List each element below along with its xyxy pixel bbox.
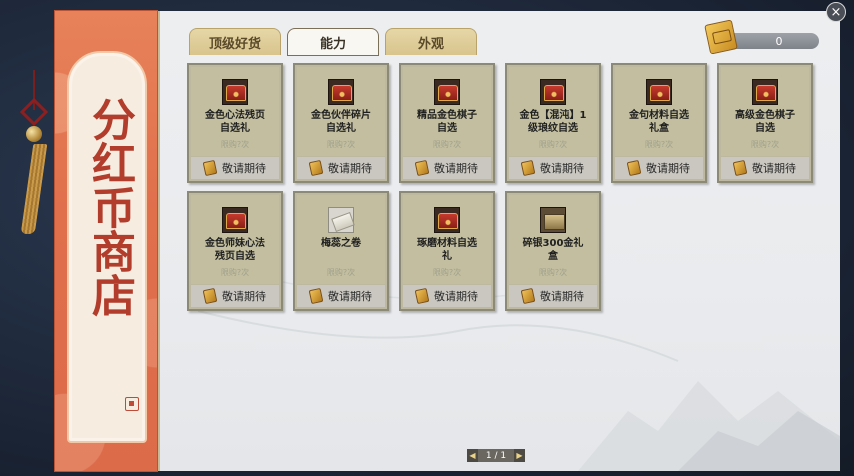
seal-stamp bbox=[125, 397, 139, 411]
close-button[interactable]: × bbox=[826, 2, 846, 22]
price-label: 敬请期待 bbox=[434, 162, 478, 175]
item-limit: 限购?次 bbox=[326, 268, 356, 277]
item-limit: 限购?次 bbox=[538, 140, 568, 149]
price-label: 敬请期待 bbox=[434, 290, 478, 303]
buy-button[interactable]: 敬请期待 bbox=[297, 285, 385, 307]
item-limit: 限购?次 bbox=[432, 268, 462, 277]
shop-item-card[interactable]: 金色【混沌】1 级琅纹自选限购?次敬请期待 bbox=[505, 63, 601, 183]
price-label: 敬请期待 bbox=[752, 162, 796, 175]
coin-ticket-icon bbox=[414, 287, 430, 305]
tab-bar: 顶级好货 能力 外观 bbox=[189, 28, 477, 56]
silver-box-icon bbox=[540, 207, 566, 233]
buy-button[interactable]: 敬请期待 bbox=[403, 285, 491, 307]
item-name: 琢磨材料自选 礼 bbox=[417, 238, 477, 262]
shop-item-card[interactable]: 精品金色棋子 自选限购?次敬请期待 bbox=[399, 63, 495, 183]
coin-ticket-icon bbox=[704, 19, 738, 55]
shop-item-card[interactable]: 碎银300金礼 盒限购?次敬请期待 bbox=[505, 191, 601, 311]
item-limit: 限购?次 bbox=[326, 140, 356, 149]
buy-button[interactable]: 敬请期待 bbox=[615, 157, 703, 179]
item-name: 金色伙伴碎片 自选礼 bbox=[311, 110, 371, 134]
item-name: 高级金色棋子 自选 bbox=[735, 110, 795, 134]
shop-item-card[interactable]: 琢磨材料自选 礼限购?次敬请期待 bbox=[399, 191, 495, 311]
pagination: ◀ 1 / 1 ▶ bbox=[467, 449, 525, 462]
item-limit: 限购?次 bbox=[220, 140, 250, 149]
item-limit: 限购?次 bbox=[220, 268, 250, 277]
price-label: 敬请期待 bbox=[646, 162, 690, 175]
next-page-button[interactable]: ▶ bbox=[514, 449, 525, 462]
buy-button[interactable]: 敬请期待 bbox=[191, 157, 279, 179]
buy-button[interactable]: 敬请期待 bbox=[191, 285, 279, 307]
buy-button[interactable]: 敬请期待 bbox=[509, 285, 597, 307]
item-name: 金色心法残页 自选礼 bbox=[205, 110, 265, 134]
coin-ticket-icon bbox=[202, 159, 218, 177]
tab-appearance[interactable]: 外观 bbox=[385, 28, 477, 55]
treasure-chest-icon bbox=[434, 79, 460, 105]
banner-scroll: 分红币商店 bbox=[67, 51, 147, 443]
item-limit: 限购?次 bbox=[750, 140, 780, 149]
shop-item-card[interactable]: 金色心法残页 自选礼限购?次敬请期待 bbox=[187, 63, 283, 183]
buy-button[interactable]: 敬请期待 bbox=[509, 157, 597, 179]
shop-item-card[interactable]: 金色伙伴碎片 自选礼限购?次敬请期待 bbox=[293, 63, 389, 183]
treasure-chest-icon bbox=[752, 79, 778, 105]
treasure-chest-icon bbox=[646, 79, 672, 105]
item-name: 碎银300金礼 盒 bbox=[522, 238, 584, 262]
tab-ability[interactable]: 能力 bbox=[287, 28, 379, 56]
coin-ticket-icon bbox=[202, 287, 218, 305]
currency-display: 0 bbox=[703, 19, 821, 55]
item-limit: 限购?次 bbox=[644, 140, 674, 149]
close-icon: × bbox=[830, 4, 842, 20]
price-label: 敬请期待 bbox=[328, 290, 372, 303]
item-name: 金色【混沌】1 级琅纹自选 bbox=[519, 110, 587, 134]
price-label: 敬请期待 bbox=[540, 290, 584, 303]
shop-item-card[interactable]: 金色师妹心法 残页自选限购?次敬请期待 bbox=[187, 191, 283, 311]
item-name: 梅蕊之卷 bbox=[321, 238, 361, 249]
item-name: 金句材料自选 礼盒 bbox=[629, 110, 689, 134]
item-name: 金色师妹心法 残页自选 bbox=[205, 238, 265, 262]
price-label: 敬请期待 bbox=[222, 162, 266, 175]
shop-title: 分红币商店 bbox=[84, 97, 135, 317]
treasure-chest-icon bbox=[222, 207, 248, 233]
item-limit: 限购?次 bbox=[432, 140, 462, 149]
shop-banner: 分红币商店 bbox=[54, 10, 158, 472]
price-label: 敬请期待 bbox=[328, 162, 372, 175]
treasure-chest-icon bbox=[328, 79, 354, 105]
coin-ticket-icon bbox=[626, 159, 642, 177]
coin-ticket-icon bbox=[732, 159, 748, 177]
shop-item-card[interactable]: 梅蕊之卷限购?次敬请期待 bbox=[293, 191, 389, 311]
price-label: 敬请期待 bbox=[540, 162, 584, 175]
tab-top-goods[interactable]: 顶级好货 bbox=[189, 28, 281, 55]
buy-button[interactable]: 敬请期待 bbox=[721, 157, 809, 179]
tassel-ornament bbox=[14, 70, 54, 240]
shop-item-card[interactable]: 高级金色棋子 自选限购?次敬请期待 bbox=[717, 63, 813, 183]
page-indicator: 1 / 1 bbox=[478, 449, 514, 462]
item-name: 精品金色棋子 自选 bbox=[417, 110, 477, 134]
coin-ticket-icon bbox=[520, 159, 536, 177]
treasure-chest-icon bbox=[222, 79, 248, 105]
treasure-chest-icon bbox=[540, 79, 566, 105]
buy-button[interactable]: 敬请期待 bbox=[403, 157, 491, 179]
buy-button[interactable]: 敬请期待 bbox=[297, 157, 385, 179]
scroll-icon bbox=[328, 207, 354, 233]
treasure-chest-icon bbox=[434, 207, 460, 233]
price-label: 敬请期待 bbox=[222, 290, 266, 303]
prev-page-button[interactable]: ◀ bbox=[467, 449, 478, 462]
coin-ticket-icon bbox=[308, 159, 324, 177]
coin-ticket-icon bbox=[308, 287, 324, 305]
item-limit: 限购?次 bbox=[538, 268, 568, 277]
shop-item-card[interactable]: 金句材料自选 礼盒限购?次敬请期待 bbox=[611, 63, 707, 183]
coin-ticket-icon bbox=[414, 159, 430, 177]
coin-ticket-icon bbox=[520, 287, 536, 305]
